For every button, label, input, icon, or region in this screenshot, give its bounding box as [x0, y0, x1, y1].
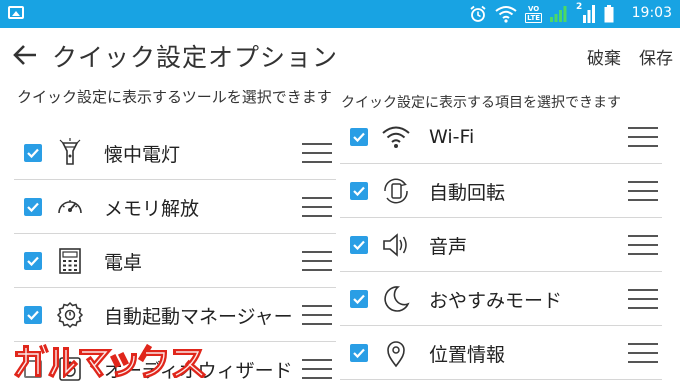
list-item-label: 懐中電灯: [104, 143, 181, 166]
volte-icon: VO LTE: [525, 5, 542, 23]
list-item-wifi: Wi-Fi: [340, 110, 662, 164]
checkbox[interactable]: [350, 128, 368, 146]
checkbox[interactable]: [24, 306, 42, 324]
tools-description: クイック設定に表示するツールを選択できます: [17, 88, 332, 106]
list-item-label: 音声: [429, 235, 468, 258]
page-title: クイック設定オプション: [52, 43, 339, 72]
list-item-label: メモリ解放: [104, 197, 200, 220]
list-item-label: 電卓: [104, 251, 143, 274]
save-button[interactable]: 保存: [639, 44, 673, 69]
list-item-auto-rotate: 自動回転: [340, 164, 662, 218]
drag-handle-icon[interactable]: [302, 196, 332, 218]
quick-settings-description: クイック設定に表示する項目を選択できます: [341, 95, 621, 111]
list-item-label: 自動起動マネージャー: [104, 305, 293, 328]
list-item-do-not-disturb: おやすみモード: [340, 272, 662, 326]
quick-settings-panel: クイック設定に表示する項目を選択できます Wi-Fi 自動回転 音声 おやすみモ…: [338, 82, 680, 382]
gallery-notification-icon: [8, 6, 24, 19]
discard-button[interactable]: 破棄: [587, 44, 621, 69]
speedometer-icon: [58, 200, 82, 214]
clock: 19:03: [631, 5, 672, 21]
checkbox[interactable]: [350, 236, 368, 254]
drag-handle-icon[interactable]: [302, 358, 332, 380]
list-item-label: 位置情報: [429, 343, 506, 366]
drag-handle-icon[interactable]: [628, 180, 658, 202]
drag-handle-icon[interactable]: [628, 288, 658, 310]
location-pin-icon: [387, 341, 405, 368]
wifi-icon: [382, 126, 410, 148]
list-item-autostart-manager: 自動起動マネージャー: [14, 288, 336, 342]
signal-icon: [550, 6, 567, 22]
moon-icon: [384, 286, 410, 312]
checkbox[interactable]: [24, 252, 42, 270]
drag-handle-icon[interactable]: [302, 304, 332, 326]
wifi-icon: [495, 6, 517, 23]
back-arrow-icon[interactable]: [12, 44, 38, 66]
drag-handle-icon[interactable]: [628, 126, 658, 148]
checkbox[interactable]: [350, 182, 368, 200]
gear-icon: [56, 301, 84, 329]
checkbox[interactable]: [24, 198, 42, 216]
list-item-flashlight: 懐中電灯: [14, 126, 336, 180]
speaker-icon: [383, 233, 407, 257]
list-item-location: 位置情報: [340, 326, 662, 380]
garumax-logo: [14, 344, 207, 378]
list-item-label: Wi-Fi: [429, 126, 475, 148]
checkbox[interactable]: [24, 144, 42, 162]
drag-handle-icon[interactable]: [628, 234, 658, 256]
app-header: クイック設定オプション 破棄 保存: [0, 28, 680, 82]
list-item-label: おやすみモード: [429, 289, 563, 312]
flashlight-icon: [59, 138, 81, 165]
list-item-memory-release: メモリ解放: [14, 180, 336, 234]
alarm-icon: [470, 5, 486, 22]
calculator-icon: [59, 248, 81, 274]
checkbox[interactable]: [350, 290, 368, 308]
signal-2-icon: 2: [576, 2, 596, 23]
drag-handle-icon[interactable]: [302, 250, 332, 272]
battery-icon: [604, 5, 614, 23]
checkbox[interactable]: [350, 344, 368, 362]
list-item-sound: 音声: [340, 218, 662, 272]
status-bar: VO LTE 2 19:03: [0, 0, 680, 28]
status-icons: VO LTE 2: [469, 2, 614, 24]
auto-rotate-icon: [384, 178, 408, 204]
volte-label: VO: [527, 5, 540, 13]
list-item-calculator: 電卓: [14, 234, 336, 288]
list-item-label: 自動回転: [429, 181, 506, 204]
lte-label: LTE: [525, 13, 542, 23]
tools-panel: クイック設定に表示するツールを選択できます 懐中電灯 メモリ解放 電卓 自動起動…: [0, 82, 338, 382]
drag-handle-icon[interactable]: [628, 342, 658, 364]
drag-handle-icon[interactable]: [302, 142, 332, 164]
